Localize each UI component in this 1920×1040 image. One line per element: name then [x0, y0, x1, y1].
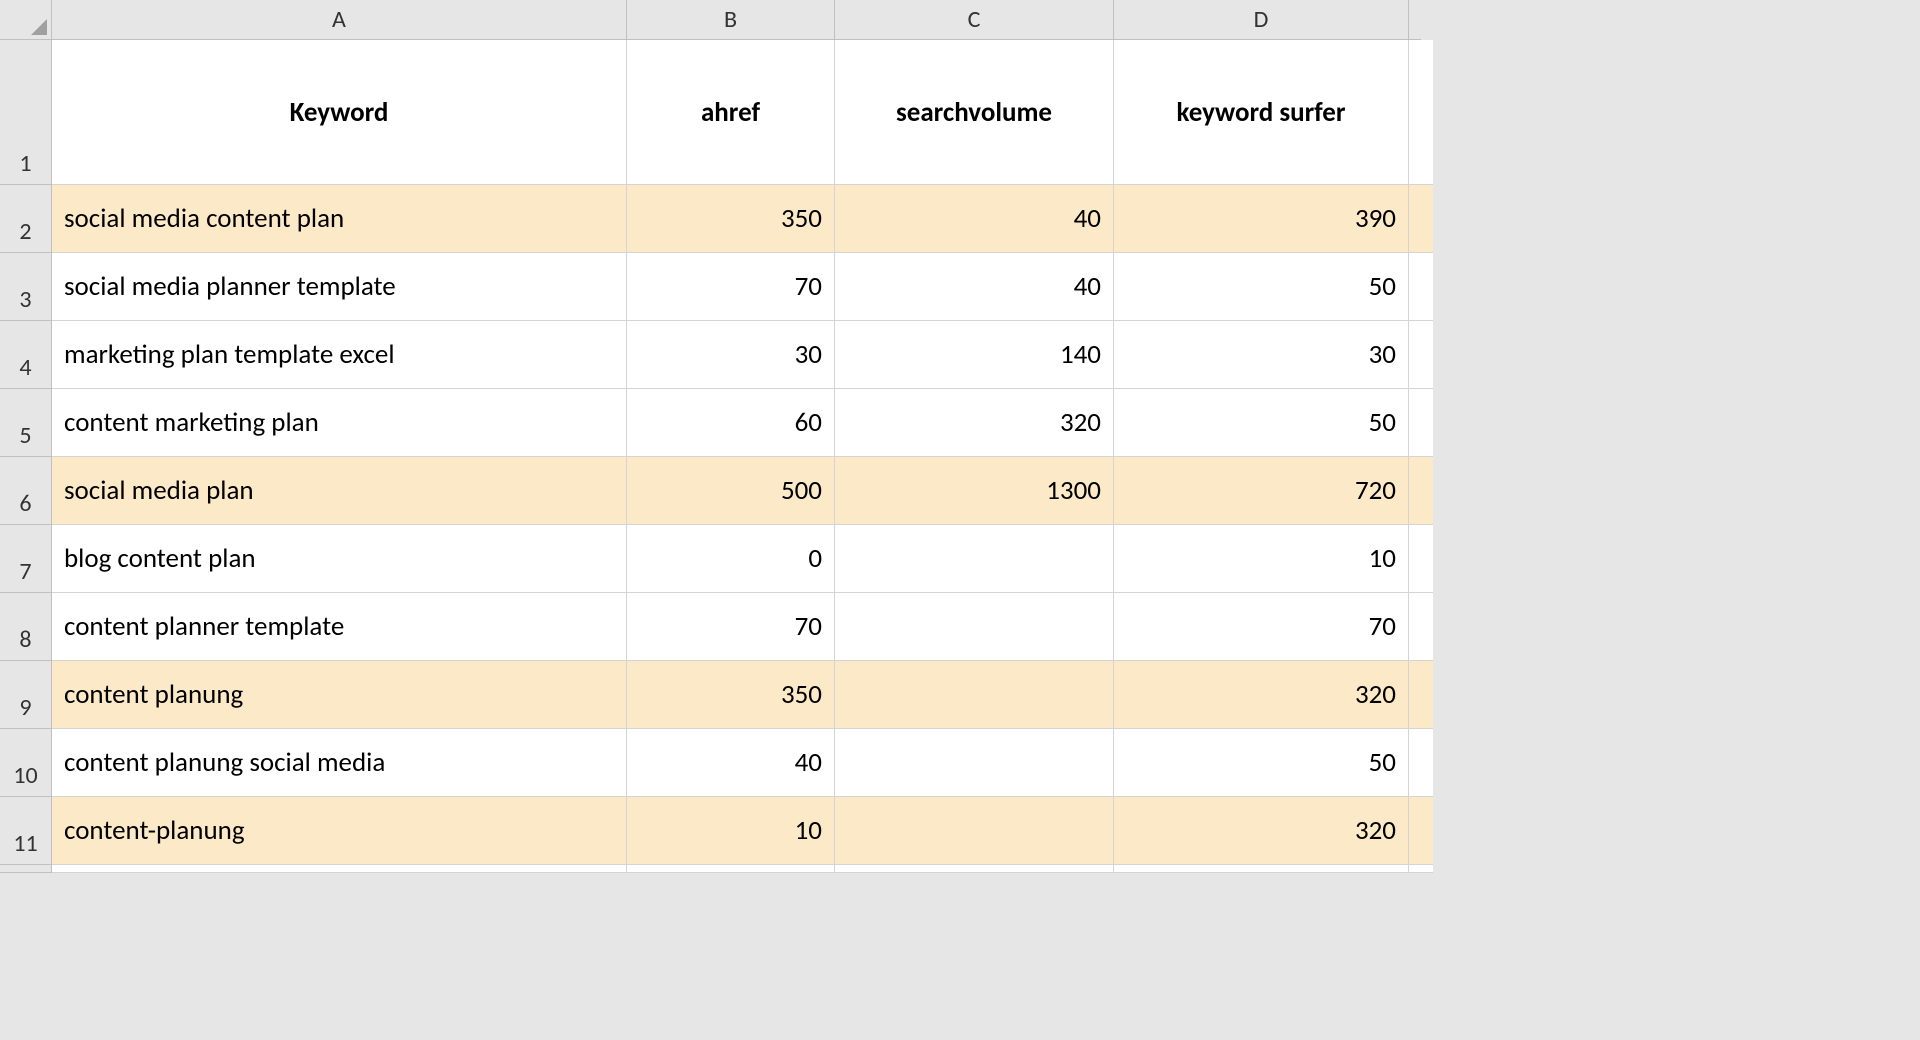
- row-header-11[interactable]: 11: [0, 797, 52, 865]
- cell-B9[interactable]: 350: [627, 661, 835, 729]
- cell-C3[interactable]: 40: [835, 253, 1114, 321]
- cell-A1[interactable]: Keyword: [52, 40, 627, 185]
- cell-B8[interactable]: 70: [627, 593, 835, 661]
- cell-D5[interactable]: 50: [1114, 389, 1409, 457]
- cell-A2[interactable]: social media content plan: [52, 185, 627, 253]
- cell-extra-3[interactable]: [1409, 253, 1433, 321]
- cell-extra-1[interactable]: [1409, 40, 1433, 185]
- cell-A8[interactable]: content planner template: [52, 593, 627, 661]
- cell-extra-6[interactable]: [1409, 457, 1433, 525]
- cell-C2[interactable]: 40: [835, 185, 1114, 253]
- row-header-9[interactable]: 9: [0, 661, 52, 729]
- cell-A7[interactable]: blog content plan: [52, 525, 627, 593]
- cell-C4[interactable]: 140: [835, 321, 1114, 389]
- cell-D2[interactable]: 390: [1114, 185, 1409, 253]
- cell-B10[interactable]: 40: [627, 729, 835, 797]
- cell-extra-9[interactable]: [1409, 661, 1433, 729]
- cell-B11[interactable]: 10: [627, 797, 835, 865]
- col-header-D[interactable]: D: [1114, 0, 1409, 40]
- cell-C7[interactable]: [835, 525, 1114, 593]
- row-header-12[interactable]: [0, 865, 52, 873]
- cell-extra-5[interactable]: [1409, 389, 1433, 457]
- row-header-2[interactable]: 2: [0, 185, 52, 253]
- row-header-4[interactable]: 4: [0, 321, 52, 389]
- cell-D10[interactable]: 50: [1114, 729, 1409, 797]
- cell-A10[interactable]: content planung social media: [52, 729, 627, 797]
- cell-A4[interactable]: marketing plan template excel: [52, 321, 627, 389]
- col-header-B[interactable]: B: [627, 0, 835, 40]
- cell-B3[interactable]: 70: [627, 253, 835, 321]
- cell-D7[interactable]: 10: [1114, 525, 1409, 593]
- cell-C5[interactable]: 320: [835, 389, 1114, 457]
- cell-C11[interactable]: [835, 797, 1114, 865]
- cell-extra-12[interactable]: [1409, 865, 1433, 873]
- cell-extra-11[interactable]: [1409, 797, 1433, 865]
- cell-D11[interactable]: 320: [1114, 797, 1409, 865]
- cell-D6[interactable]: 720: [1114, 457, 1409, 525]
- spreadsheet-grid: A B C D 1 Keyword ahref searchvolume key…: [0, 0, 1920, 873]
- cell-extra-7[interactable]: [1409, 525, 1433, 593]
- cell-B12[interactable]: [627, 865, 835, 873]
- cell-B6[interactable]: 500: [627, 457, 835, 525]
- cell-extra-2[interactable]: [1409, 185, 1433, 253]
- cell-extra-4[interactable]: [1409, 321, 1433, 389]
- cell-extra-10[interactable]: [1409, 729, 1433, 797]
- cell-B1[interactable]: ahref: [627, 40, 835, 185]
- row-header-3[interactable]: 3: [0, 253, 52, 321]
- row-header-6[interactable]: 6: [0, 457, 52, 525]
- cell-C1[interactable]: searchvolume: [835, 40, 1114, 185]
- cell-C8[interactable]: [835, 593, 1114, 661]
- row-header-5[interactable]: 5: [0, 389, 52, 457]
- cell-A12[interactable]: [52, 865, 627, 873]
- cell-A5[interactable]: content marketing plan: [52, 389, 627, 457]
- row-header-8[interactable]: 8: [0, 593, 52, 661]
- cell-D3[interactable]: 50: [1114, 253, 1409, 321]
- row-header-1[interactable]: 1: [0, 40, 52, 185]
- cell-D8[interactable]: 70: [1114, 593, 1409, 661]
- cell-C6[interactable]: 1300: [835, 457, 1114, 525]
- col-header-extra[interactable]: [1409, 0, 1421, 40]
- cell-B4[interactable]: 30: [627, 321, 835, 389]
- cell-extra-8[interactable]: [1409, 593, 1433, 661]
- cell-B5[interactable]: 60: [627, 389, 835, 457]
- cell-A9[interactable]: content planung: [52, 661, 627, 729]
- cell-D1[interactable]: keyword surfer: [1114, 40, 1409, 185]
- cell-D12[interactable]: [1114, 865, 1409, 873]
- cell-A3[interactable]: social media planner template: [52, 253, 627, 321]
- cell-B7[interactable]: 0: [627, 525, 835, 593]
- row-header-7[interactable]: 7: [0, 525, 52, 593]
- row-header-10[interactable]: 10: [0, 729, 52, 797]
- cell-A11[interactable]: content-planung: [52, 797, 627, 865]
- cell-C9[interactable]: [835, 661, 1114, 729]
- col-header-A[interactable]: A: [52, 0, 627, 40]
- cell-C10[interactable]: [835, 729, 1114, 797]
- cell-A6[interactable]: social media plan: [52, 457, 627, 525]
- select-all-corner[interactable]: [0, 0, 52, 40]
- col-header-C[interactable]: C: [835, 0, 1114, 40]
- cell-B2[interactable]: 350: [627, 185, 835, 253]
- cell-D4[interactable]: 30: [1114, 321, 1409, 389]
- cell-D9[interactable]: 320: [1114, 661, 1409, 729]
- cell-C12[interactable]: [835, 865, 1114, 873]
